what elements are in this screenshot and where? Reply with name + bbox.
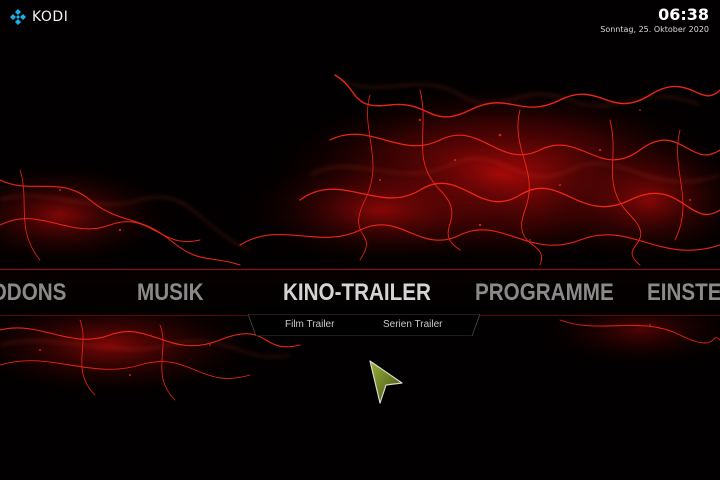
- app-name: KODI: [32, 9, 69, 25]
- main-menu: ADDONS MUSIK KINO-TRAILER PROGRAMME EINS…: [0, 269, 720, 316]
- kodi-logo[interactable]: KODI: [9, 8, 68, 26]
- menu-item-programme[interactable]: PROGRAMME: [475, 270, 614, 315]
- menu-item-kino-trailer[interactable]: KINO-TRAILER: [283, 270, 431, 315]
- background-artwork: [0, 0, 720, 480]
- menu-item-musik[interactable]: MUSIK: [137, 270, 204, 315]
- submenu-background: [248, 314, 480, 336]
- clock-time: 06:38: [658, 5, 709, 24]
- menu-item-addons[interactable]: ADDONS: [0, 270, 66, 315]
- submenu-item-film-trailer[interactable]: Film Trailer: [285, 319, 334, 330]
- submenu-item-serien-trailer[interactable]: Serien Trailer: [383, 319, 442, 330]
- clock-date: Sonntag, 25. Oktober 2020: [600, 25, 709, 34]
- submenu: Film Trailer Serien Trailer: [248, 314, 480, 336]
- kodi-logo-icon: [10, 9, 26, 25]
- menu-item-einstellungen[interactable]: EINSTELLUNGEN: [647, 270, 720, 315]
- mouse-pointer-icon: [369, 360, 403, 404]
- kodi-home-screen: KODI 06:38 Sonntag, 25. Oktober 2020 ADD…: [0, 0, 720, 480]
